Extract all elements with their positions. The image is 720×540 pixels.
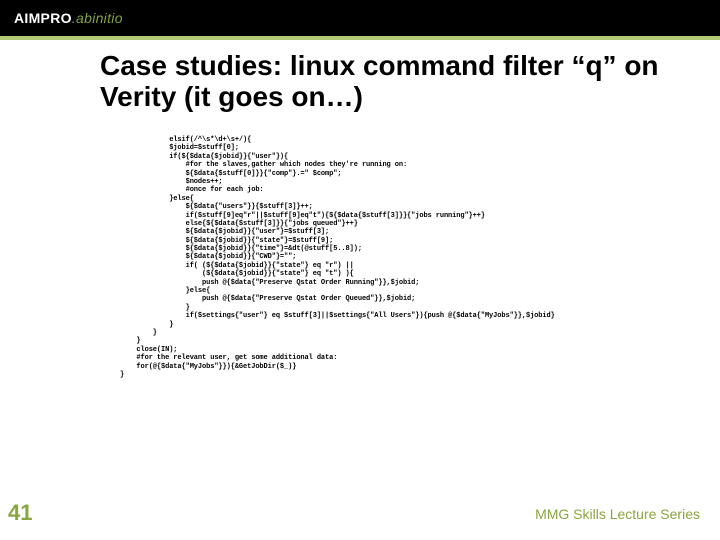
- logo: AIMPRO.abinitio: [14, 10, 123, 26]
- slide-number: 41: [8, 500, 32, 526]
- header-band: AIMPRO.abinitio: [0, 0, 720, 36]
- code-block: elsif(/^\s*\d+\s+/){ $jobid=$stuff[0]; i…: [120, 136, 680, 379]
- slide: AIMPRO.abinitio Case studies: linux comm…: [0, 0, 720, 540]
- footer-text: MMG Skills Lecture Series: [535, 506, 700, 522]
- slide-title: Case studies: linux command filter “q” o…: [100, 50, 692, 113]
- logo-part2: abinitio: [76, 10, 123, 26]
- logo-part1: AIMPRO: [14, 10, 72, 26]
- header-accent-bar: [0, 36, 720, 40]
